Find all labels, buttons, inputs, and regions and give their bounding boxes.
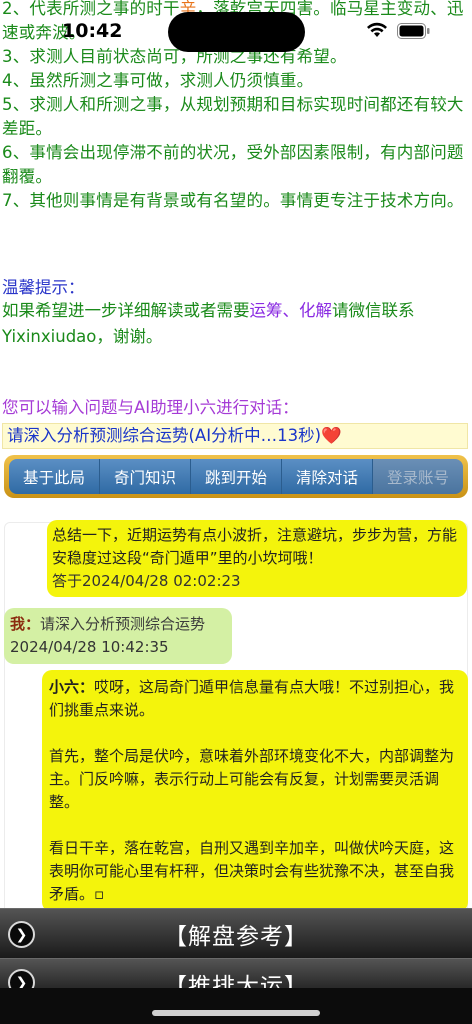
chevron-right-icon: ❯	[8, 921, 35, 948]
user-message: 我：请深入分析预测综合运势 2024/04/28 10:42:35	[4, 608, 232, 664]
link-yunchou[interactable]: 运筹	[250, 301, 283, 320]
based-on-chart-button[interactable]: 基于此局	[9, 459, 100, 494]
login-button[interactable]: 登录账号	[373, 459, 463, 494]
user-message-text: 请深入分析预测综合运势	[40, 615, 206, 633]
ai-paragraph-1: 哎呀，这局奇门遁甲信息量有点大哦！不过别担心，我们挑重点来说。	[49, 678, 455, 719]
status-time: 10:42	[62, 20, 123, 42]
ai-prompt: 您可以输入问题与AI助理小六进行对话：	[2, 398, 299, 417]
result-line-5: 5、求测人和所测之事，从规划预期和目标实现时间都还有较大差距。	[2, 95, 464, 138]
qimen-knowledge-button[interactable]: 奇门知识	[100, 459, 191, 494]
jump-to-start-button[interactable]: 跳到开始	[191, 459, 282, 494]
ai-paragraph-3: 看日干辛，落在乾宫，自刑又遇到辛加辛，叫做伏吟天庭，这表明你可能心里有杆秤，但决…	[49, 839, 455, 903]
wifi-icon	[367, 22, 387, 37]
section-jiepan[interactable]: ❯ 【解盘参考】	[0, 908, 472, 958]
ai-message-text: 总结一下，近期运势有点小波折，注意避坑，步步为营，方能安稳度过这段“奇门遁甲”里…	[52, 526, 458, 567]
clear-chat-button[interactable]: 清除对话	[282, 459, 373, 494]
tip-title: 温馨提示：	[2, 278, 85, 297]
ai-name-label: 小六：	[49, 678, 95, 696]
ai-message: 小六：哎呀，这局奇门遁甲信息量有点大哦！不过别担心，我们挑重点来说。 首先，整个…	[42, 670, 468, 908]
ai-message: 总结一下，近期运势有点小波折，注意避坑，步步为营，方能安稳度过这段“奇门遁甲”里…	[47, 520, 467, 597]
chat-area[interactable]: 总结一下，近期运势有点小波折，注意避坑，步步为营，方能安稳度过这段“奇门遁甲”里…	[0, 508, 472, 908]
section-title-jiepan: 【解盘参考】	[164, 923, 308, 950]
result-line-6: 6、事情会出现停滞不前的状况，受外部因素限制，有内部问题翻覆。	[2, 143, 464, 186]
dynamic-island	[168, 12, 305, 52]
home-bar	[0, 988, 472, 1024]
message-timestamp: 2024/04/28 10:42:35	[10, 638, 169, 656]
ai-paragraph-2: 首先，整个局是伏吟，意味着外部环境变化不大，内部调整为主。门反吟嘛，表示行动上可…	[49, 747, 455, 811]
status-bar: 10:42	[0, 0, 472, 58]
user-label: 我：	[10, 615, 41, 633]
link-huajie[interactable]: 化解	[299, 301, 332, 320]
result-line-4: 4、虽然所测之事可做，求测人仍须慎重。	[2, 71, 314, 90]
toolbar: 基于此局 奇门知识 跳到开始 清除对话 登录账号	[4, 455, 468, 498]
battery-icon	[397, 23, 430, 39]
home-indicator[interactable]	[152, 1010, 320, 1016]
message-timestamp: 答于2024/04/28 02:02:23	[52, 572, 241, 590]
result-line-7: 7、其他则事情是有背景或有名望的。事情更专注于技术方向。	[2, 191, 464, 210]
tip-text: 如果希望进一步详细解读或者需要运筹、化解请微信联系Yixinxiudao，谢谢。	[2, 301, 415, 346]
query-input[interactable]: 请深入分析预测综合运势(AI分析中…13秒)❤️	[2, 423, 468, 449]
